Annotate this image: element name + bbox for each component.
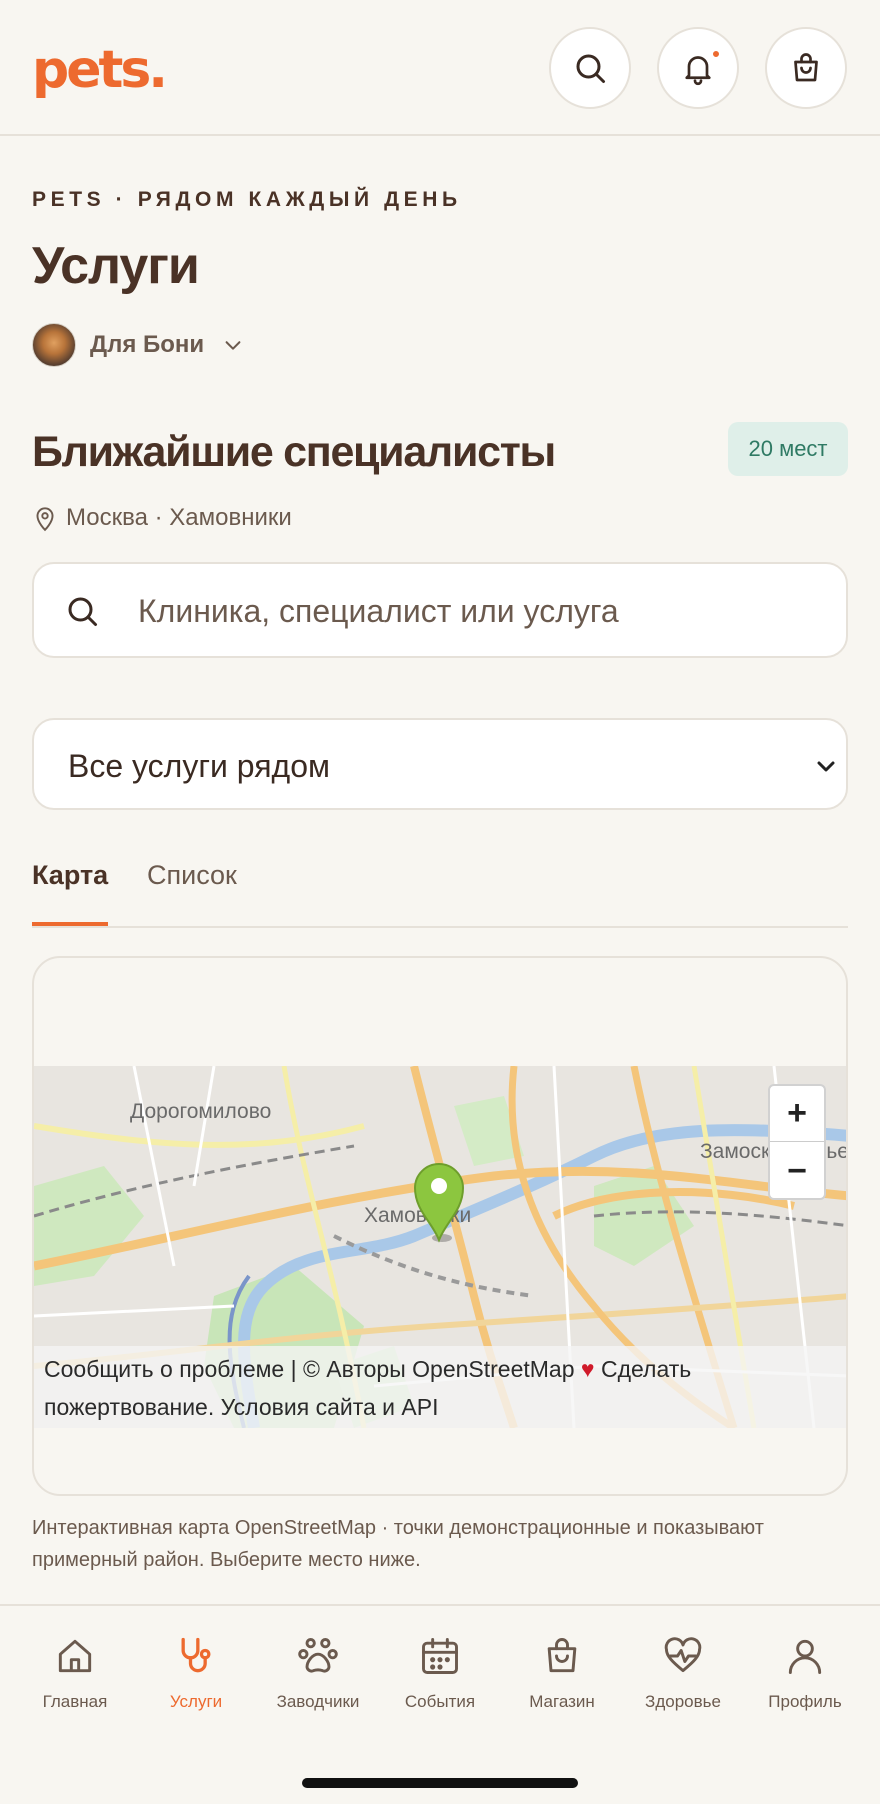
nav-item-label: Главная xyxy=(42,1692,108,1711)
pet-selector[interactable]: Для Бони xyxy=(32,322,244,368)
attribution-links[interactable]: Сообщить о проблеме | © Авторы OpenStree… xyxy=(44,1356,575,1382)
nav-item-health[interactable]: Здоровье xyxy=(622,1634,744,1712)
section-title: Ближайшие специалисты xyxy=(32,428,556,476)
home-indicator xyxy=(302,1778,578,1788)
page-eyebrow: PETS · РЯДОМ КАЖДЫЙ ДЕНЬ xyxy=(32,188,462,211)
paw-icon xyxy=(298,1638,338,1673)
shopping-bag-icon xyxy=(794,53,818,82)
notifications-button[interactable] xyxy=(657,27,739,109)
nav-item-label: Заводчики xyxy=(276,1692,360,1711)
tab-map[interactable]: Карта xyxy=(32,860,108,891)
tab-list[interactable]: Список xyxy=(147,860,237,891)
pets-logo[interactable]: pets. xyxy=(32,40,168,100)
search-input[interactable] xyxy=(138,584,818,638)
search-button[interactable] xyxy=(549,27,631,109)
location-label: Москва · Хамовники xyxy=(66,504,292,531)
map-view[interactable]: Дорогомилово Хамовники Замоскворечье + −… xyxy=(34,1066,846,1428)
active-tab-indicator xyxy=(32,922,108,926)
nav-item-events[interactable]: События xyxy=(379,1634,501,1712)
user-icon xyxy=(788,1639,822,1674)
nav-item-breeders[interactable]: Заводчики xyxy=(257,1634,379,1712)
nav-item-label: Здоровье xyxy=(645,1692,721,1711)
nav-item-label: События xyxy=(404,1692,476,1711)
zoom-in-button[interactable]: + xyxy=(770,1086,824,1142)
chevron-down-icon xyxy=(225,341,241,350)
map-card: Дорогомилово Хамовники Замоскворечье + −… xyxy=(32,956,848,1496)
chevron-down-icon xyxy=(817,761,835,772)
heart-icon: ♥ xyxy=(580,1356,595,1382)
service-filter-value: Все услуги рядом xyxy=(68,748,331,784)
places-count-badge: 20 мест xyxy=(728,422,848,476)
service-filter-select[interactable]: Все услуги рядом xyxy=(32,718,848,810)
nav-item-home[interactable]: Главная xyxy=(14,1634,136,1712)
nav-item-label: Профиль xyxy=(768,1692,842,1711)
map-marker-icon[interactable] xyxy=(412,1162,466,1244)
search-icon xyxy=(68,597,97,626)
search-field[interactable] xyxy=(32,562,848,658)
view-tabs: Карта Список xyxy=(32,850,848,928)
location-row: Москва · Хамовники xyxy=(32,504,292,532)
home-icon xyxy=(58,1639,92,1673)
search-icon xyxy=(576,54,605,83)
zoom-out-button[interactable]: − xyxy=(770,1143,824,1199)
pet-selector-label: Для Бони xyxy=(90,331,205,358)
map-place-label: Дорогомилово xyxy=(130,1100,272,1123)
stethoscope-icon xyxy=(181,1637,211,1673)
nav-item-profile[interactable]: Профиль xyxy=(744,1634,866,1712)
heart-pulse-icon xyxy=(664,1637,702,1673)
map-pin-icon xyxy=(36,507,54,532)
nav-item-label: Услуги xyxy=(169,1692,223,1711)
top-header: pets. xyxy=(0,0,880,136)
nav-item-services[interactable]: Услуги xyxy=(135,1634,257,1712)
notification-dot xyxy=(711,49,721,59)
cart-button[interactable] xyxy=(765,27,847,109)
nav-item-label: Магазин xyxy=(529,1692,595,1711)
nav-item-shop[interactable]: Магазин xyxy=(501,1634,623,1712)
pet-avatar xyxy=(32,323,76,367)
map-zoom-control: + − xyxy=(768,1084,826,1200)
calendar-icon xyxy=(422,1638,458,1674)
map-note: Интерактивная карта OpenStreetMap · точк… xyxy=(32,1517,764,1571)
page-title: Услуги xyxy=(32,237,200,295)
shopping-bag-icon xyxy=(547,1638,577,1673)
bottom-navigation: Главная Услуги Заводчики События Магазин… xyxy=(0,1604,880,1804)
map-attribution: Сообщить о проблеме | © Авторы OpenStree… xyxy=(34,1346,846,1428)
